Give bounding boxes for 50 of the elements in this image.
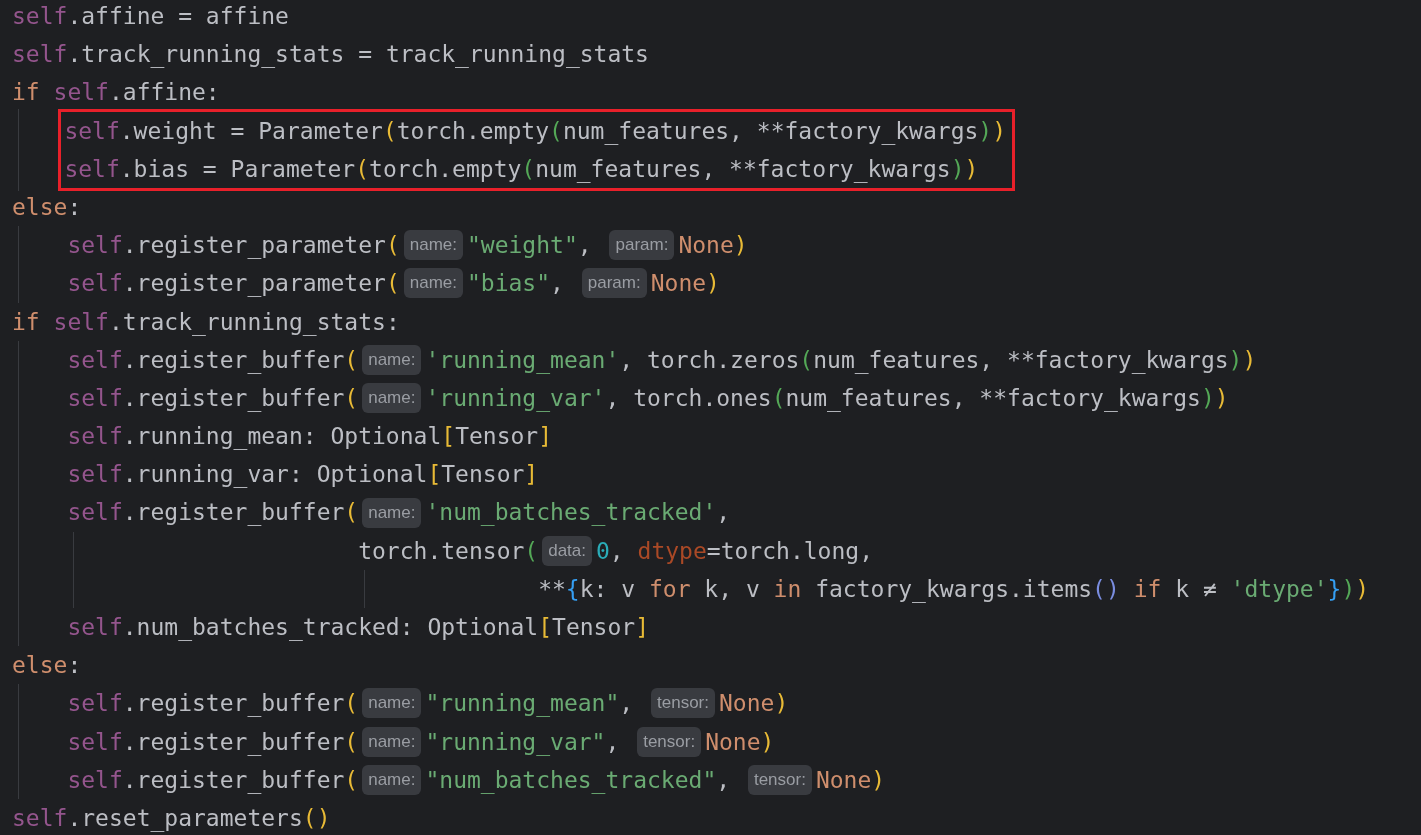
code-text: self.track_running_stats = track_running_stats xyxy=(12,40,649,70)
parameter-hint: name: xyxy=(362,344,422,375)
code-text: self.weight = Parameter(torch.empty(num_features, **factory_kwargs)) xyxy=(64,116,1007,147)
parameter-hint: name: xyxy=(362,497,422,528)
parameter-hint: param: xyxy=(581,268,647,299)
parameter-hint: name: xyxy=(362,764,422,795)
code-text: "bias", xyxy=(467,269,565,299)
parameter-hint: name: xyxy=(362,382,422,413)
code-text: if self.track_running_stats: xyxy=(12,307,400,338)
code-text: None) xyxy=(815,765,886,795)
code-text: self.register_buffer( xyxy=(67,383,359,414)
code-text: self.num_batches_tracked: Optional[Tensor] xyxy=(67,613,649,643)
parameter-hint: param: xyxy=(609,230,675,261)
parameter-hint: name: xyxy=(362,688,422,719)
code-text: self.register_parameter( xyxy=(67,269,400,299)
code-text: self.running_var: Optional[Tensor] xyxy=(67,460,539,490)
code-text: if self.affine: xyxy=(12,78,220,108)
code-text: "running_mean", xyxy=(425,689,635,719)
code-text: self.register_buffer( xyxy=(67,345,359,376)
code-text: "weight", xyxy=(467,231,593,261)
code-text: else: xyxy=(12,192,82,222)
code-text: None) xyxy=(678,231,748,261)
code-text: self.register_buffer( xyxy=(67,689,359,719)
code-text: "num_batches_tracked", xyxy=(425,765,732,796)
parameter-hint: tensor: xyxy=(651,688,715,719)
code-text: 'running_mean', torch.zeros(num_features, **factory_kwargs)) xyxy=(425,345,1257,376)
code-text: None) xyxy=(719,689,789,719)
parameter-hint: name: xyxy=(362,726,422,757)
code-text: else: xyxy=(12,651,82,681)
parameter-hint: tensor: xyxy=(747,764,812,795)
code-text: self.reset_parameters() xyxy=(12,803,331,834)
parameter-hint: name: xyxy=(403,230,463,261)
code-text: self.bias = Parameter(torch.empty(num_features, **factory_kwargs)) xyxy=(64,154,979,185)
code-text: self.register_buffer( xyxy=(67,765,359,796)
code-text: self.affine = affine xyxy=(12,2,289,31)
code-text: self.register_parameter( xyxy=(67,231,400,261)
parameter-hint: data: xyxy=(542,535,592,566)
parameter-hint: tensor: xyxy=(637,726,702,757)
code-text: **{k: v for k, v in factory_kwargs.items() if k ≠ 'dtype'})) xyxy=(538,574,1370,605)
code-text: 'num_batches_tracked', xyxy=(425,498,731,528)
code-text: None) xyxy=(705,727,775,757)
code-text: self.register_buffer( xyxy=(67,498,359,528)
code-text: self.running_mean: Optional[Tensor] xyxy=(67,422,553,452)
code-text: 'running_var', torch.ones(num_features, **factory_kwargs)) xyxy=(425,383,1229,414)
code-text: torch.tensor( xyxy=(358,536,539,566)
code-text: 0, dtype=torch.long, xyxy=(596,536,873,566)
parameter-hint: name: xyxy=(403,268,463,299)
code-text: None) xyxy=(650,269,720,299)
code-text: "running_var", xyxy=(425,727,621,758)
code-text: self.register_buffer( xyxy=(67,727,359,758)
